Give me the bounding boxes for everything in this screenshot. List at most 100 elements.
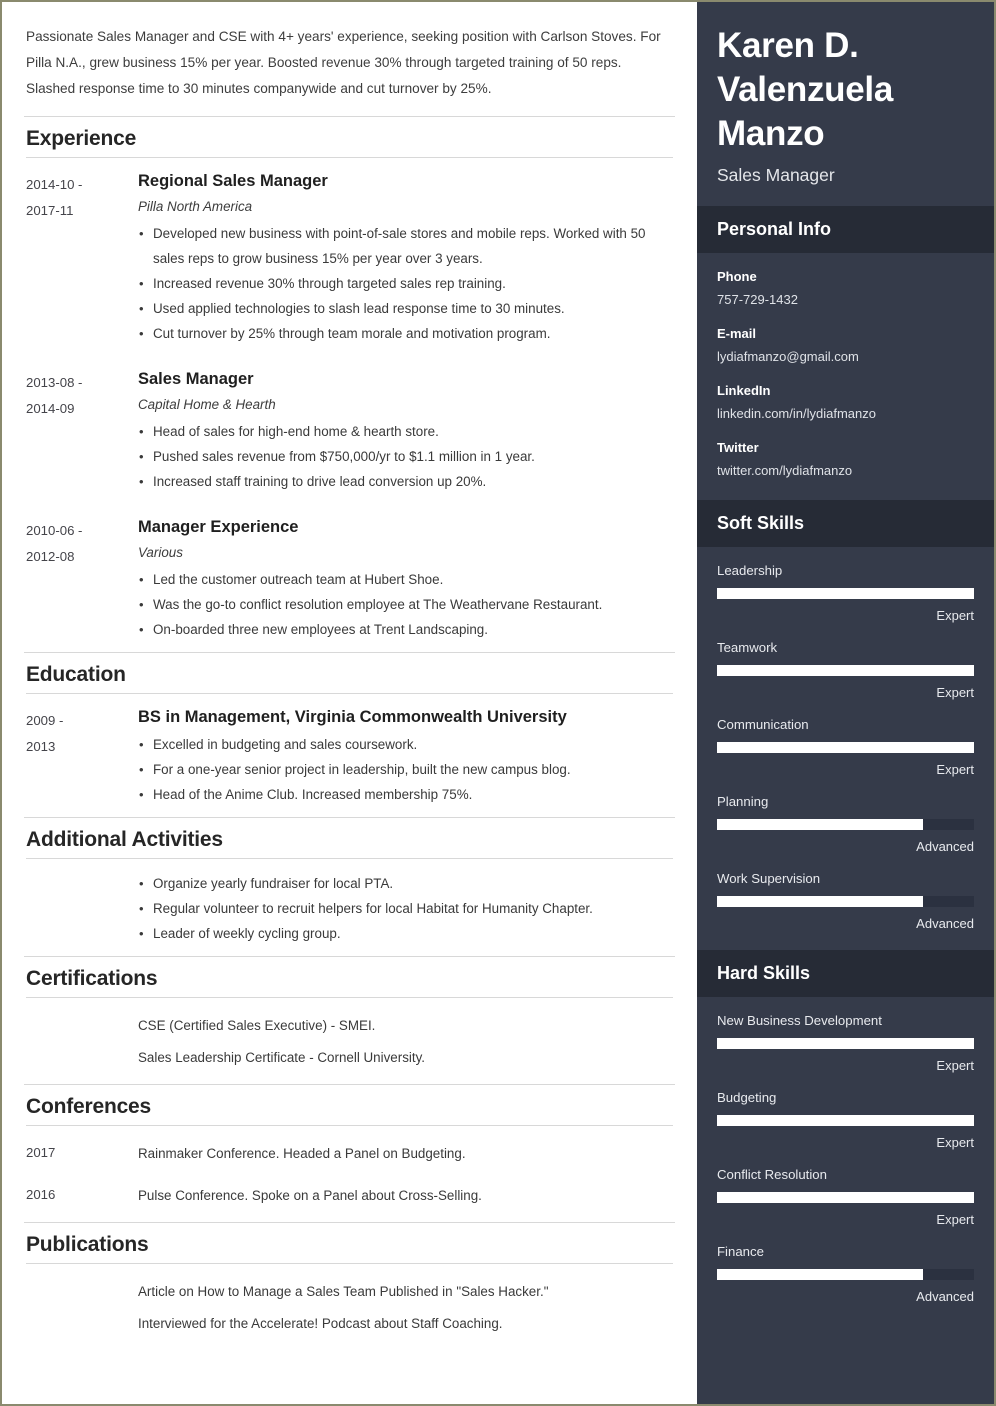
contact-item-linkedin: LinkedIn linkedin.com/in/lydiafmanzo [717,381,974,425]
skill-bar-fill [717,665,974,676]
entry-bullet-list: Led the customer outreach team at Hubert… [138,567,673,642]
skill-level-label: Expert [936,762,974,777]
name-block: Karen D. Valenzuela Manzo Sales Manager [697,2,994,206]
list-item: Excelled in budgeting and sales coursewo… [138,732,673,757]
list-item: Increased revenue 30% through targeted s… [138,271,673,296]
entry-dates-start: 2014-10 - [26,177,83,192]
sidebar-header-personal-info: Personal Info [697,206,994,253]
contact-label: LinkedIn [717,383,771,398]
entry-body: BS in Management, Virginia Commonwealth … [138,706,673,807]
contact-item-email: E-mail lydiafmanzo@gmail.com [717,324,974,368]
entry-body: CSE (Certified Sales Executive) - SMEI. … [138,1010,673,1074]
experience-entry: 2010-06 - 2012-08 Manager Experience Var… [24,504,675,652]
skill-bar-fill [717,896,923,907]
contact-label: Phone [717,269,757,284]
entry-degree-title: BS in Management, Virginia Commonwealth … [138,708,567,726]
entry-body: Rainmaker Conference. Headed a Panel on … [138,1138,673,1170]
entry-dates-end: 2012-08 [26,549,75,564]
entry-dates: 2014-10 - 2017-11 [26,170,138,346]
skill-item: Budgeting Expert [717,1088,974,1153]
skill-level-label: Advanced [916,1289,974,1304]
section-conferences: Conferences 2017 Rainmaker Conference. H… [24,1084,675,1222]
entry-dates: 2013-08 - 2014-09 [26,368,138,494]
skill-name: Planning [717,794,769,809]
entry-company: Various [138,545,183,560]
list-item: Used applied technologies to slash lead … [138,296,673,321]
skill-bar-track [717,1115,974,1126]
page-title: Karen D. Valenzuela Manzo [717,26,893,153]
sidebar-header-soft-skills: Soft Skills [697,500,994,547]
contact-value[interactable]: 757-729-1432 [717,287,974,311]
skill-item: Work Supervision Advanced [717,869,974,934]
skill-bar-fill [717,819,923,830]
entry-dates: 2009 - 2013 [26,706,138,807]
soft-skills-body: Leadership Expert Teamwork Expert Commun… [697,547,994,950]
entry-dates-start: 2010-06 - [26,523,83,538]
contact-label: E-mail [717,326,757,341]
list-item: On-boarded three new employees at Trent … [138,617,673,642]
skill-bar-track [717,665,974,676]
section-experience: Experience 2014-10 - 2017-11 Regional Sa… [24,116,675,652]
skill-item: Planning Advanced [717,792,974,857]
contact-label: Twitter [717,440,759,455]
section-certifications: Certifications CSE (Certified Sales Exec… [24,956,675,1084]
entry-bullet-list: Developed new business with point-of-sal… [138,221,673,346]
list-item: For a one-year senior project in leaders… [138,757,673,782]
skill-bar-fill [717,1115,974,1126]
skill-name: Budgeting [717,1090,777,1105]
section-title-certifications: Certifications [24,956,675,997]
skill-name: Conflict Resolution [717,1167,827,1182]
skill-bar-fill [717,1038,974,1049]
entry-job-title: Manager Experience [138,518,299,536]
skill-bar-track [717,819,974,830]
conference-text: Rainmaker Conference. Headed a Panel on … [138,1146,466,1161]
contact-value[interactable]: lydiafmanzo@gmail.com [717,344,974,368]
list-item: Regular volunteer to recruit helpers for… [138,896,673,921]
list-item: Head of the Anime Club. Increased member… [138,782,673,807]
section-title-experience: Experience [24,116,675,157]
conference-text: Pulse Conference. Spoke on a Panel about… [138,1188,482,1203]
publication-line: Article on How to Manage a Sales Team Pu… [138,1284,549,1299]
contact-value[interactable]: linkedin.com/in/lydiafmanzo [717,401,974,425]
skill-item: Finance Advanced [717,1242,974,1307]
skill-item: Leadership Expert [717,561,974,626]
skill-bar-track [717,1038,974,1049]
skill-name: Leadership [717,563,783,578]
entry-body: Manager Experience Various Led the custo… [138,516,673,642]
resume-page: Passionate Sales Manager and CSE with 4+… [0,0,996,1406]
skill-level-label: Advanced [916,916,974,931]
additional-activities-entry: Organize yearly fundraiser for local PTA… [24,859,675,956]
skill-level-label: Expert [936,1135,974,1150]
entry-dates: 2010-06 - 2012-08 [26,516,138,642]
skill-item: Communication Expert [717,715,974,780]
skill-level-label: Expert [936,608,974,623]
certifications-entry: CSE (Certified Sales Executive) - SMEI. … [24,998,675,1084]
list-item: Leader of weekly cycling group. [138,921,673,946]
section-title-conferences: Conferences [24,1084,675,1125]
entry-body: Sales Manager Capital Home & Hearth Head… [138,368,673,494]
entry-bullet-list: Excelled in budgeting and sales coursewo… [138,732,673,807]
entry-body: Regional Sales Manager Pilla North Ameri… [138,170,673,346]
entry-dates-end: 2017-11 [26,203,74,218]
section-title-education: Education [24,652,675,693]
entry-company: Pilla North America [138,199,253,214]
skill-name: Finance [717,1244,764,1259]
skill-bar-fill [717,588,974,599]
skill-bar-track [717,1192,974,1203]
entry-body: Article on How to Manage a Sales Team Pu… [138,1276,673,1340]
list-item: Organize yearly fundraiser for local PTA… [138,871,673,896]
entry-dates-start: 2009 - [26,713,64,728]
job-title-subtitle: Sales Manager [717,165,835,185]
list-item: Increased staff training to drive lead c… [138,469,673,494]
contact-value[interactable]: twitter.com/lydiafmanzo [717,458,974,482]
entry-dates-empty [26,871,138,946]
list-item: Pushed sales revenue from $750,000/yr to… [138,444,673,469]
experience-entry: 2013-08 - 2014-09 Sales Manager Capital … [24,356,675,504]
entry-dates-end: 2013 [26,739,56,754]
conference-entry: 2016 Pulse Conference. Spoke on a Panel … [24,1180,675,1222]
skill-name: New Business Development [717,1013,882,1028]
list-item: Led the customer outreach team at Hubert… [138,567,673,592]
skill-level-label: Advanced [916,839,974,854]
sidebar-header-hard-skills: Hard Skills [697,950,994,997]
skill-bar-track [717,1269,974,1280]
